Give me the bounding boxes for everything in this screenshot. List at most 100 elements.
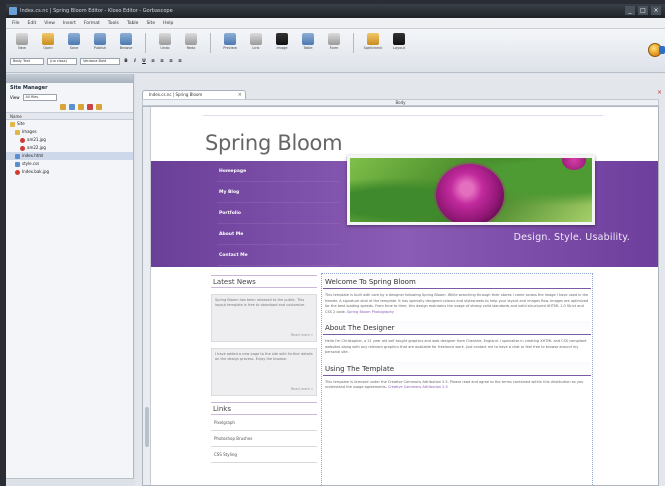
nav-homepage[interactable]: Homepage xyxy=(217,161,339,182)
menu-bar: File Edit View Insert Format Tools Table… xyxy=(6,18,665,29)
menu-format[interactable]: Format xyxy=(84,18,100,28)
justify-button[interactable]: ≡ xyxy=(177,59,183,65)
nav-about-me[interactable]: About Me xyxy=(217,224,339,245)
layout-icon xyxy=(393,33,405,45)
align-left-button[interactable]: ≡ xyxy=(150,59,156,65)
link-item[interactable]: Pixelgraph xyxy=(211,415,317,431)
redo-button[interactable]: Redo xyxy=(181,33,201,50)
open-button[interactable]: Open xyxy=(38,33,58,50)
properties-icon[interactable] xyxy=(96,104,102,110)
view-select[interactable]: All files xyxy=(22,94,57,101)
document-tab[interactable]: Index.cs.nc | Spring Bloom xyxy=(142,90,246,99)
window-controls: _ □ × xyxy=(625,6,661,15)
publish-icon xyxy=(94,33,106,45)
tree-item[interactable]: am22.jpg xyxy=(6,144,133,152)
paragraph-style-select[interactable]: Body Text xyxy=(10,58,44,65)
nav-portfolio[interactable]: Portfolio xyxy=(217,203,339,224)
align-center-button[interactable]: ≡ xyxy=(159,59,165,65)
editor-window: Index.cs.nc | Spring Bloom Editor - Klox… xyxy=(6,4,665,486)
toolbar-separator xyxy=(210,33,211,53)
designer-heading: About The Designer xyxy=(323,321,591,335)
save-icon xyxy=(68,33,80,45)
nav-my-blog[interactable]: My Blog xyxy=(217,182,339,203)
menu-help[interactable]: Help xyxy=(163,18,173,28)
form-button[interactable]: Form xyxy=(324,33,344,50)
spellcheck-button[interactable]: Spellcheck xyxy=(363,33,383,50)
new-button[interactable]: New xyxy=(12,33,32,50)
site-title[interactable]: Spring Bloom xyxy=(205,131,343,155)
redo-icon xyxy=(185,33,197,45)
header-flower-photo xyxy=(347,155,595,225)
menu-site[interactable]: Site xyxy=(146,18,155,28)
image-button[interactable]: Image xyxy=(272,33,292,50)
panel-header xyxy=(6,74,133,83)
tree-item[interactable]: am21.jpg xyxy=(6,136,133,144)
menu-edit[interactable]: Edit xyxy=(28,18,37,28)
link-icon xyxy=(250,33,262,45)
align-right-button[interactable]: ≡ xyxy=(168,59,174,65)
minimize-button[interactable]: _ xyxy=(625,6,635,15)
underline-button[interactable]: U xyxy=(141,59,147,65)
app-icon xyxy=(9,7,17,15)
close-document-icon[interactable]: × xyxy=(657,90,663,96)
tree-item[interactable]: Index.bak.jpg xyxy=(6,168,133,176)
open-icon xyxy=(42,33,54,45)
save-button[interactable]: Save xyxy=(64,33,84,50)
welcome-heading: Welcome To Spring Bloom xyxy=(323,275,591,289)
license-link[interactable]: Creative Commons Attribution 2.5 xyxy=(388,385,448,389)
read-more-link[interactable]: Read more » xyxy=(291,333,313,338)
maximize-button[interactable]: □ xyxy=(638,6,648,15)
template-paragraph: This template is licensed under the Crea… xyxy=(325,379,584,390)
image-icon xyxy=(276,33,288,45)
title-bar: Index.cs.nc | Spring Bloom Editor - Klox… xyxy=(6,4,665,18)
panel-title: Site Manager xyxy=(10,85,48,91)
link-button[interactable]: Link xyxy=(246,33,266,50)
file-tree: Site Images am21.jpg am22.jpg index.html… xyxy=(6,120,133,176)
tree-item[interactable]: Images xyxy=(6,128,133,136)
names-column-header[interactable]: Name xyxy=(6,112,133,120)
read-more-link[interactable]: Read more » xyxy=(291,387,313,392)
table-button[interactable]: Table xyxy=(298,33,318,50)
vertical-scrollbar[interactable] xyxy=(143,107,151,485)
rename-icon[interactable] xyxy=(78,104,84,110)
new-folder-icon[interactable] xyxy=(60,104,66,110)
link-item[interactable]: Photoshop Brushes xyxy=(211,431,317,447)
bold-button[interactable]: B xyxy=(123,59,129,65)
tree-item[interactable]: Site xyxy=(6,120,133,128)
undo-icon xyxy=(159,33,171,45)
tree-item[interactable]: style.css xyxy=(6,160,133,168)
menu-table[interactable]: Table xyxy=(127,18,139,28)
font-family-select[interactable]: Verdana Bold xyxy=(80,58,120,65)
refresh-icon[interactable] xyxy=(69,104,75,110)
news-item: Spring Bloom has been released to the pu… xyxy=(211,294,317,342)
layout-button[interactable]: Layout xyxy=(389,33,409,50)
menu-insert[interactable]: Insert xyxy=(63,18,76,28)
class-select[interactable]: (no class) xyxy=(47,58,77,65)
menu-file[interactable]: File xyxy=(12,18,20,28)
menu-view[interactable]: View xyxy=(44,18,55,28)
browse-button[interactable]: Browse xyxy=(116,33,136,50)
sidebar-scrollbar[interactable] xyxy=(6,478,134,486)
template-heading: Using The Template xyxy=(323,361,591,376)
link-item[interactable]: CSS Styling xyxy=(211,447,317,463)
image-file-icon xyxy=(20,145,25,151)
tag-ruler[interactable]: Body xyxy=(142,99,659,106)
form-icon xyxy=(328,33,340,45)
image-file-icon xyxy=(15,169,20,175)
flower-image-secondary xyxy=(562,158,586,170)
nav-contact-me[interactable]: Contact Me xyxy=(217,245,339,266)
welcome-link[interactable]: Spring Bloom Photography xyxy=(347,310,394,314)
main-toolbar: New Open Save Publish Browse Undo Redo P… xyxy=(6,29,665,73)
italic-button[interactable]: I xyxy=(132,59,138,65)
menu-tools[interactable]: Tools xyxy=(108,18,119,28)
format-bar: Body Text (no class) Verdana Bold B I U … xyxy=(10,58,183,65)
design-canvas[interactable]: Spring Bloom Homepage My Blog Portfolio … xyxy=(142,106,659,486)
site-nav: Homepage My Blog Portfolio About Me Cont… xyxy=(217,161,339,267)
undo-button[interactable]: Undo xyxy=(155,33,175,50)
publish-button[interactable]: Publish xyxy=(90,33,110,50)
preview-button[interactable]: Preview xyxy=(220,33,240,50)
tree-item[interactable]: index.html xyxy=(6,152,133,160)
delete-icon[interactable] xyxy=(87,104,93,110)
toolbar-separator xyxy=(145,33,146,53)
close-button[interactable]: × xyxy=(651,6,661,15)
